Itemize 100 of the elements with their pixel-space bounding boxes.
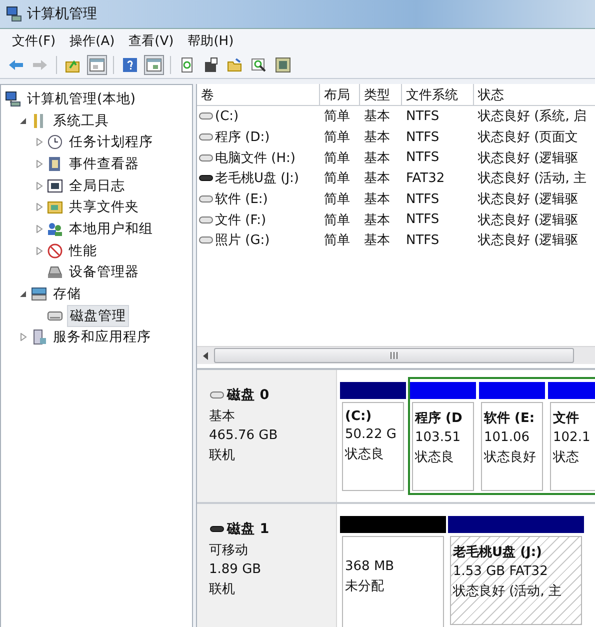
disk-status: 联机 <box>209 581 236 598</box>
table-cell-text: 状态良好 (逻辑驱 <box>476 212 580 229</box>
expand-arrow-icon[interactable] <box>35 246 43 255</box>
settings-icon <box>275 57 291 73</box>
horizontal-scrollbar[interactable] <box>197 346 595 364</box>
table-cell-text: NTFS <box>405 108 440 124</box>
tree-item[interactable]: 计算机管理(本地) <box>25 88 138 109</box>
table-cell-text: NTFS <box>405 150 440 166</box>
volume-name: 文件 (F:) <box>215 212 266 229</box>
table-cell-text: 基本 <box>363 108 391 126</box>
collapse-arrow-icon[interactable] <box>19 116 27 125</box>
toolbar-button[interactable] <box>144 55 164 75</box>
removable-drive-icon <box>199 174 213 182</box>
expand-arrow-icon[interactable] <box>35 138 43 146</box>
partition-text: 状态良 <box>415 449 455 466</box>
tree-item[interactable]: 系统工具 <box>51 110 111 131</box>
toolbar-button[interactable] <box>87 55 107 75</box>
partition-block[interactable]: (C:) 50.22 G 状态良 <box>342 402 404 491</box>
column-header[interactable]: 文件系统 <box>402 84 474 105</box>
forward-arrow-icon <box>32 57 48 73</box>
menu-item[interactable]: 文件(F) <box>6 30 62 52</box>
tree-item[interactable]: 任务计划程序 <box>67 132 155 152</box>
expand-arrow-icon[interactable] <box>35 160 43 168</box>
tree-item[interactable]: 事件查看器 <box>67 154 141 174</box>
server-icon <box>31 329 47 346</box>
device-icon <box>47 264 63 280</box>
partition-text: 368 MB <box>345 559 396 574</box>
drive-icon <box>199 133 213 142</box>
partition-text: 老毛桃U盘 (J:) <box>453 544 544 561</box>
table-cell-text: 简单 <box>323 191 351 208</box>
tree-item[interactable]: 本地用户和组 <box>67 218 155 239</box>
disk-size: 465.76 GB <box>209 428 279 443</box>
magnifier-icon <box>251 57 267 73</box>
partition-text: 状态良 <box>345 446 385 463</box>
properties-icon <box>203 57 219 73</box>
window-title: 计算机管理 <box>27 5 97 23</box>
partition-text: 文件 <box>553 410 580 427</box>
partition-bar <box>340 382 406 399</box>
column-header[interactable]: 卷 <box>197 84 320 105</box>
table-cell-text: NTFS <box>405 130 440 145</box>
partition-text: 状态良好 (活动, 主 <box>453 583 562 600</box>
tree-item[interactable]: 全局日志 <box>67 176 127 196</box>
partition-block[interactable]: 368 MB 未分配 <box>342 536 444 627</box>
volume-name: (C:) <box>215 108 239 124</box>
expand-arrow-icon[interactable] <box>35 224 43 233</box>
table-cell-text: 简单 <box>323 232 351 250</box>
expand-arrow-icon[interactable] <box>35 182 43 190</box>
table-cell-text: 状态良好 (页面文 <box>476 129 580 146</box>
expand-arrow-icon[interactable] <box>35 203 43 212</box>
partition-text: 102.1 <box>553 430 592 445</box>
drive-icon <box>199 195 213 204</box>
tree-item[interactable]: 设备管理器 <box>67 262 141 282</box>
computer-icon <box>6 6 22 22</box>
window-icon <box>47 178 63 194</box>
column-header[interactable]: 布局 <box>320 84 360 105</box>
volume-name: 电脑文件 (H:) <box>215 150 296 167</box>
tree-item[interactable]: 存储 <box>51 284 83 304</box>
toolbar-button[interactable] <box>273 55 293 75</box>
drive-icon <box>199 236 213 244</box>
scrollbar-thumb[interactable] <box>214 348 574 363</box>
drive-icon <box>199 112 213 120</box>
drive-icon <box>209 391 225 399</box>
tree-item[interactable]: 服务和应用程序 <box>51 327 153 348</box>
expand-arrow-icon[interactable] <box>19 333 27 342</box>
menu-item[interactable]: 查看(V) <box>122 30 180 52</box>
scroll-left-icon[interactable] <box>202 352 208 360</box>
console-tree-icon <box>89 57 105 73</box>
refresh-icon <box>179 57 195 73</box>
partition-bar <box>479 382 545 399</box>
partition-block[interactable]: 老毛桃U盘 (J:) 1.53 GB FAT32 状态良好 (活动, 主 <box>450 536 582 625</box>
table-cell-text: FAT32 <box>405 170 446 186</box>
collapse-arrow-icon[interactable] <box>19 290 27 298</box>
partition-block[interactable]: 文件 102.1 状态 <box>550 402 595 491</box>
tree-item[interactable]: 性能 <box>67 240 99 261</box>
table-cell-text: 简单 <box>323 129 351 146</box>
table-cell-text: 简单 <box>323 150 351 167</box>
menu-item[interactable]: 操作(A) <box>64 30 121 52</box>
tree-item[interactable]: 磁盘管理 <box>67 304 129 327</box>
column-header[interactable]: 状态 <box>474 84 595 105</box>
table-cell-text: 基本 <box>363 191 391 208</box>
partition-text: (C:) <box>345 409 373 424</box>
partition-block[interactable]: 软件 (E: 101.06 状态良好 <box>481 402 543 491</box>
table-cell-text: 状态良好 (系统, 启 <box>476 108 588 126</box>
computer-icon <box>5 90 21 107</box>
table-cell-text: 简单 <box>323 108 351 126</box>
tree-item[interactable]: 共享文件夹 <box>67 197 141 218</box>
partition-text: 103.51 <box>415 430 462 445</box>
menu-item[interactable]: 帮助(H) <box>182 30 240 52</box>
column-header[interactable]: 类型 <box>360 84 402 105</box>
partition-text: 未分配 <box>345 578 385 595</box>
help-icon <box>122 57 138 73</box>
disk-status: 联机 <box>209 447 236 464</box>
partition-block[interactable]: 程序 (D 103.51 状态良 <box>412 402 474 491</box>
disk-name: 磁盘 1 <box>227 520 270 538</box>
back-arrow-icon <box>8 57 24 73</box>
table-cell-text: 状态良好 (活动, 主 <box>476 170 588 188</box>
grip-icon <box>390 352 398 359</box>
extended-partition[interactable]: 程序 (D 103.51 状态良 软件 (E: 101.06 状态良好 文件 102.1 状态 <box>408 377 595 495</box>
disk-name: 磁盘 0 <box>227 386 270 404</box>
table-cell-text: NTFS <box>405 212 440 228</box>
